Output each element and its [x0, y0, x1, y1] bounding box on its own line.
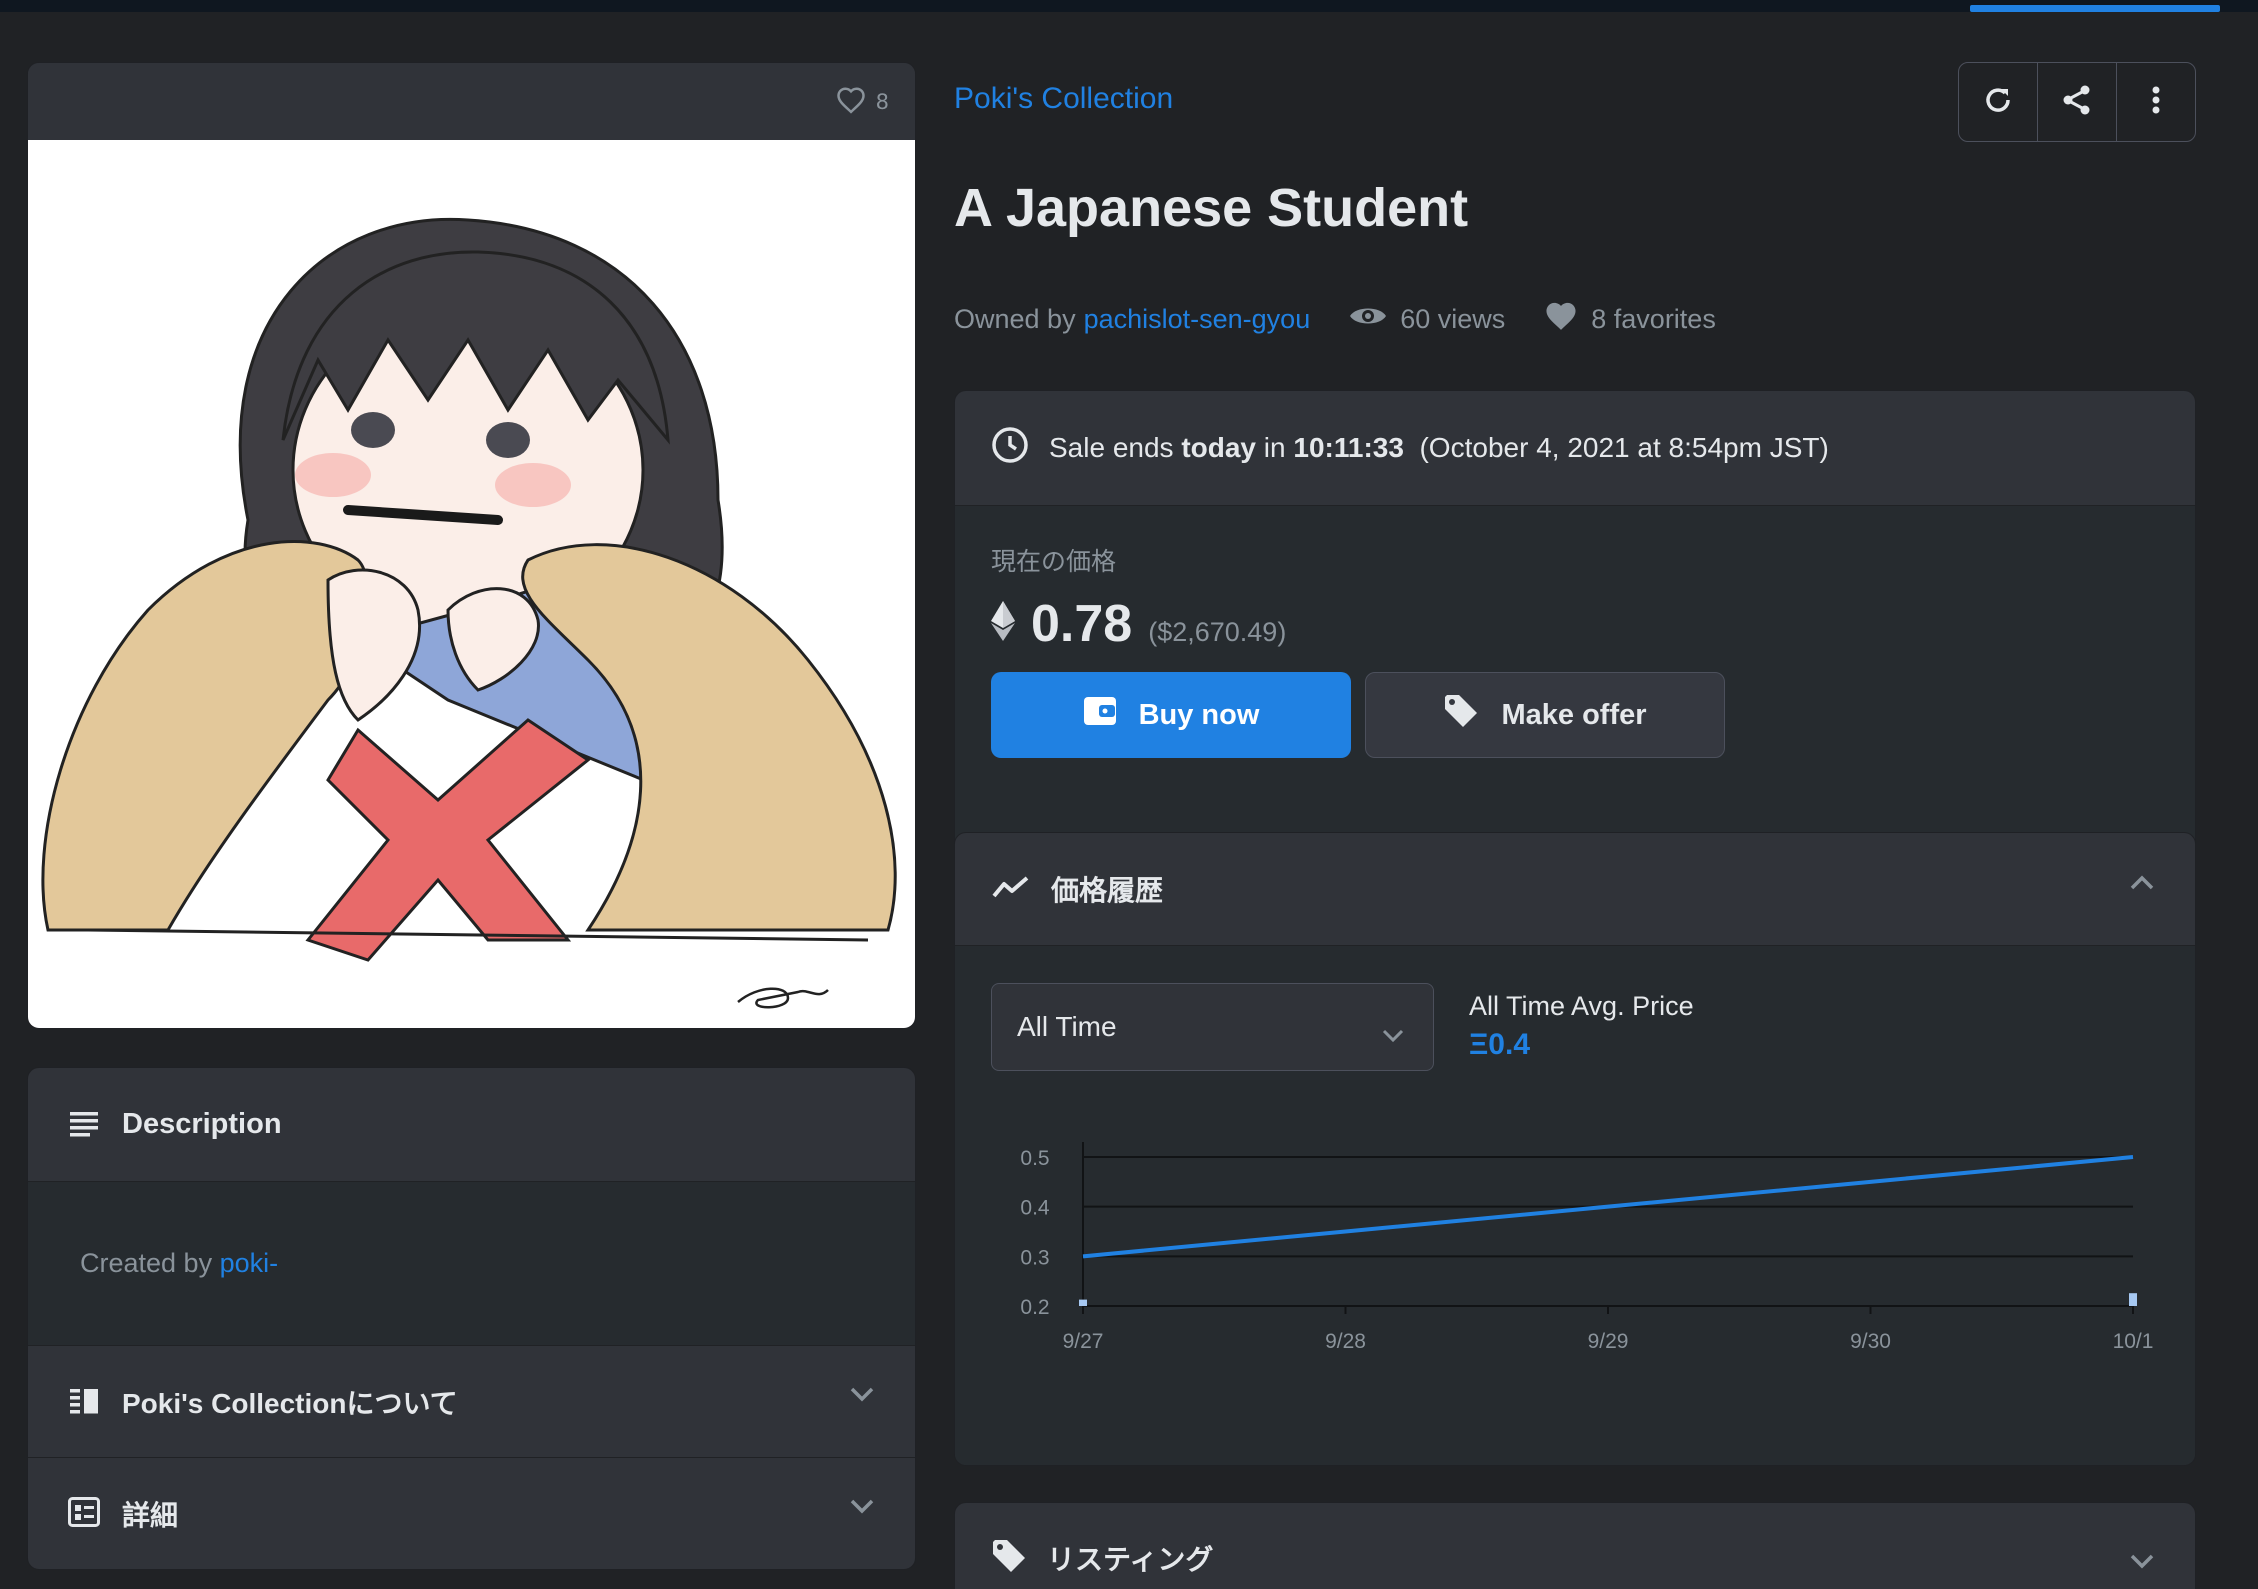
about-collection-accordion[interactable]: Poki's Collectionについて: [28, 1346, 915, 1458]
details-title: 詳細: [122, 1500, 179, 1531]
more-vertical-icon: [2151, 84, 2161, 120]
buy-now-label: Buy now: [1138, 698, 1260, 731]
views-stat: 60 views: [1348, 303, 1505, 336]
details-icon: [68, 1497, 100, 1531]
y-tick-label: 0.5: [1020, 1147, 1049, 1170]
volume-bar: [2129, 1293, 2137, 1306]
media-header: 8: [28, 63, 915, 140]
more-options-button[interactable]: [2117, 63, 2195, 141]
description-header[interactable]: Description: [28, 1068, 915, 1182]
chevron-down-icon: [849, 1498, 875, 1518]
item-title: A Japanese Student: [954, 178, 1469, 238]
sale-ends-prefix: Sale ends: [1049, 432, 1174, 463]
owner-link[interactable]: pachislot-sen-gyou: [1084, 304, 1311, 335]
listings-title: リスティング: [1047, 1544, 1214, 1575]
sale-timer: Sale ends today in 10:11:33 (October 4, …: [955, 391, 2195, 506]
left-column: 8 Description Created by poki- Poki's Co…: [27, 62, 916, 1570]
sale-countdown: 10:11:33: [1293, 432, 1404, 463]
price-history-header[interactable]: 価格履歴: [955, 833, 2195, 946]
refresh-button[interactable]: [1959, 63, 2038, 141]
description-body: Created by poki-: [28, 1182, 915, 1346]
price-history-title: 価格履歴: [1051, 875, 1164, 906]
clock-icon: [991, 426, 1029, 471]
x-tick-label: 10/1: [2113, 1330, 2154, 1353]
media-card: 8: [27, 62, 916, 1029]
owned-by-label: Owned by: [954, 304, 1076, 334]
item-toolbar: [1958, 62, 2196, 142]
sale-ends-day: today: [1181, 432, 1257, 463]
heart-icon[interactable]: [836, 86, 866, 118]
sale-ends-in: in: [1263, 432, 1286, 463]
trend-line-icon: [991, 874, 1031, 904]
listings-header[interactable]: リスティング: [955, 1503, 2195, 1589]
sale-panel: Sale ends today in 10:11:33 (October 4, …: [954, 390, 2196, 858]
chevron-down-icon: [2129, 1553, 2155, 1573]
price-history-panel: 価格履歴 All Time All Time Avg. Price Ξ0.4 0…: [954, 832, 2196, 1466]
item-meta: Owned by pachislot-sen-gyou 60 views 8 f…: [954, 300, 1716, 339]
created-by-text: Created by poki-: [80, 1248, 278, 1279]
details-accordion[interactable]: 詳細: [28, 1458, 915, 1569]
share-button[interactable]: [2038, 63, 2117, 141]
nft-image[interactable]: [28, 140, 915, 1028]
sale-end-date: (October 4, 2021 at 8:54pm JST): [1419, 432, 1829, 463]
nav-active-indicator: [1970, 5, 2220, 12]
collection-link[interactable]: Poki's Collection: [954, 82, 1173, 116]
x-tick-label: 9/30: [1850, 1330, 1891, 1353]
price-history-chart[interactable]: 0.5 0.4 0.3 0.2 9/27 9/28 9/29 9/30 10/1: [955, 946, 2196, 1466]
views-count: 60 views: [1400, 304, 1506, 334]
make-offer-label: Make offer: [1501, 698, 1647, 731]
chevron-up-icon: [2129, 875, 2155, 895]
price-history-body: All Time All Time Avg. Price Ξ0.4 0.5 0.4…: [955, 946, 2196, 1466]
listings-panel: リスティング: [954, 1502, 2196, 1589]
creator-link[interactable]: poki-: [220, 1248, 279, 1278]
top-navigation-bar: [0, 0, 2258, 12]
tag-icon: [1443, 693, 1479, 737]
x-tick-label: 9/28: [1325, 1330, 1366, 1353]
favorites-stat[interactable]: 8 favorites: [1543, 300, 1716, 339]
wallet-icon: [1083, 696, 1117, 734]
tag-icon: [991, 1538, 1027, 1578]
y-tick-label: 0.4: [1020, 1197, 1050, 1220]
current-price-usd: ($2,670.49): [1148, 617, 1287, 647]
y-tick-label: 0.2: [1020, 1296, 1049, 1319]
share-icon: [2061, 84, 2093, 120]
nft-illustration: [41, 217, 897, 1009]
description-panel: Description Created by poki- Poki's Coll…: [27, 1067, 916, 1570]
price-section: 現在の価格 0.78 ($2,670.49) Buy now Make offe…: [955, 506, 2195, 857]
favorite-count: 8: [875, 89, 889, 114]
heart-icon: [1543, 300, 1579, 339]
x-tick-label: 9/29: [1588, 1330, 1629, 1353]
text-lines-icon: [68, 1109, 100, 1141]
make-offer-button[interactable]: Make offer: [1365, 672, 1725, 758]
about-collection-title: Poki's Collectionについて: [122, 1387, 458, 1419]
collection-info-icon: [68, 1386, 100, 1418]
buy-now-button[interactable]: Buy now: [991, 672, 1351, 758]
description-title: Description: [122, 1108, 282, 1140]
created-by-prefix: Created by: [80, 1248, 213, 1278]
y-tick-label: 0.3: [1020, 1246, 1049, 1269]
volume-bar: [1079, 1299, 1087, 1306]
eye-icon: [1348, 303, 1388, 336]
refresh-icon: [1982, 84, 2014, 120]
current-price-label: 現在の価格: [991, 547, 1117, 576]
favorites-count: 8 favorites: [1591, 304, 1716, 334]
chevron-down-icon: [849, 1386, 875, 1406]
purchase-actions: Buy now Make offer: [991, 672, 2159, 758]
sale-ends-text: Sale ends today in 10:11:33 (October 4, …: [1049, 432, 1829, 464]
x-tick-label: 9/27: [1063, 1330, 1104, 1353]
current-price: 0.78: [1031, 595, 1133, 653]
price-row: 0.78 ($2,670.49): [991, 594, 2159, 654]
ethereum-icon: [991, 601, 1015, 645]
